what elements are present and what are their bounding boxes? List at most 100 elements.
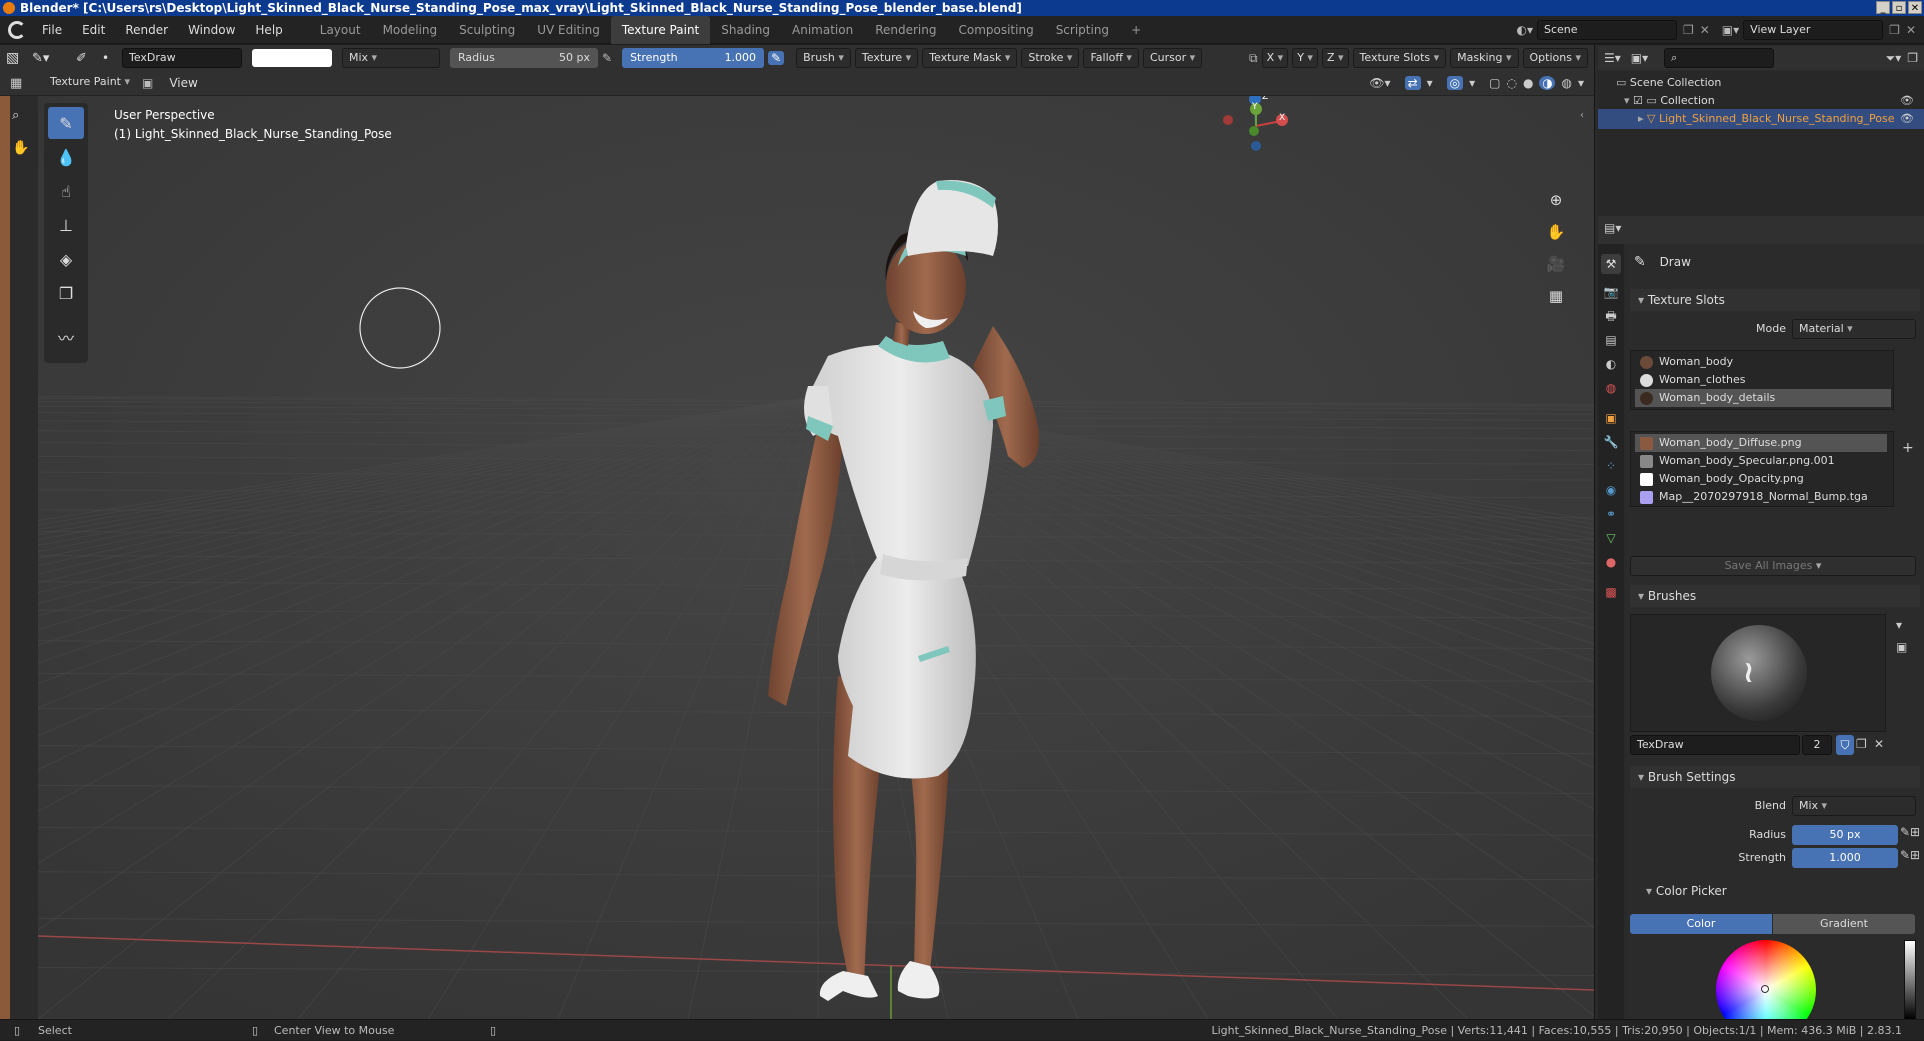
brush-image-icon[interactable]: ▣: [1896, 640, 1907, 654]
stroke-menu[interactable]: Stroke: [1021, 48, 1080, 68]
particles-tab-icon[interactable]: ⁘: [1601, 456, 1621, 476]
tab-animation[interactable]: Animation: [781, 16, 864, 44]
menu-edit[interactable]: Edit: [72, 16, 115, 44]
texture-menu[interactable]: Texture: [854, 48, 919, 68]
texture-slots-menu[interactable]: Texture Slots: [1352, 48, 1447, 68]
outliner-editor-icon[interactable]: ☰▾: [1604, 51, 1621, 65]
tab-uv-editing[interactable]: UV Editing: [526, 16, 611, 44]
outliner-search-input[interactable]: ⌕: [1664, 48, 1775, 68]
scene-name-field[interactable]: Scene: [1536, 19, 1677, 40]
blender-menu-icon[interactable]: [8, 20, 26, 39]
display-mode-icon[interactable]: ▣▾: [1631, 51, 1648, 65]
menu-render[interactable]: Render: [115, 16, 178, 44]
tab-layout[interactable]: Layout: [309, 16, 372, 44]
list-item[interactable]: Woman_body: [1635, 353, 1891, 371]
soften-tool-icon[interactable]: 💧: [48, 141, 84, 173]
expand-arrow-icon[interactable]: ▾: [1624, 94, 1630, 107]
shading-wireframe-icon[interactable]: ◌: [1507, 76, 1517, 90]
checkbox-icon[interactable]: ☑: [1633, 94, 1643, 107]
value-slider[interactable]: [1904, 940, 1916, 1020]
blend-mode-dropdown[interactable]: Mix: [342, 48, 440, 68]
filter-icon[interactable]: ⏷▾: [1886, 51, 1902, 66]
scene-icon[interactable]: ◐▾: [1516, 23, 1533, 37]
visibility-eye-icon[interactable]: 👁: [1900, 109, 1914, 129]
mask-toggle-icon[interactable]: ▣: [142, 76, 153, 90]
save-all-images-button[interactable]: Save All Images: [1630, 556, 1916, 576]
tab-texture-paint[interactable]: Texture Paint: [610, 15, 711, 44]
render-tab-icon[interactable]: 📷: [1601, 282, 1621, 302]
close-button[interactable]: ✕: [1908, 1, 1922, 14]
strength-pressure-icon[interactable]: ✎: [768, 51, 785, 65]
shading-options-icon[interactable]: ▾: [1578, 76, 1584, 90]
view-layer-icon[interactable]: ▣▾: [1722, 23, 1739, 37]
list-item[interactable]: Woman_body_Opacity.png: [1635, 470, 1891, 488]
outliner-row-scene-collection[interactable]: ▭ Scene Collection: [1598, 73, 1924, 93]
constraints-tab-icon[interactable]: ⚭: [1601, 504, 1621, 524]
brush-settings-section[interactable]: Brush Settings: [1630, 766, 1920, 788]
list-item[interactable]: Map__2070297918_Normal_Bump.tga: [1635, 488, 1891, 506]
tool-tab-icon[interactable]: ⚒: [1601, 254, 1621, 274]
new-view-layer-icon[interactable]: ❐: [1889, 23, 1900, 37]
pan-hand-icon[interactable]: ✋: [12, 140, 29, 156]
brushes-section[interactable]: Brushes: [1630, 585, 1920, 607]
world-tab-icon[interactable]: ◍: [1601, 378, 1621, 398]
clone-tool-icon[interactable]: ⊥: [48, 209, 84, 241]
annotate-tool-icon[interactable]: 〰: [48, 321, 84, 353]
mirror-z-toggle[interactable]: Z: [1321, 48, 1349, 68]
data-tab-icon[interactable]: ▽: [1601, 528, 1621, 548]
strength-slider[interactable]: Strength 1.000: [622, 48, 765, 68]
visibility-icon[interactable]: 👁▾: [1369, 76, 1390, 90]
list-item[interactable]: Woman_body_Diffuse.png: [1635, 434, 1887, 452]
scene-tab-icon[interactable]: ◐: [1601, 354, 1621, 374]
brush-users-count[interactable]: 2: [1802, 735, 1832, 755]
add-workspace-icon[interactable]: +: [1120, 16, 1152, 44]
options-menu[interactable]: Options: [1522, 48, 1588, 68]
mask-tool-icon[interactable]: ❐: [48, 277, 84, 309]
brush-name-field[interactable]: TexDraw: [122, 48, 242, 68]
masking-menu[interactable]: Masking: [1450, 48, 1519, 68]
add-slot-icon[interactable]: +: [1902, 440, 1914, 456]
brush-list-dropdown-icon[interactable]: ▾: [1896, 618, 1902, 632]
camera-view-icon[interactable]: 🎥: [1542, 250, 1570, 278]
tab-sculpting[interactable]: Sculpting: [448, 16, 526, 44]
zoom-region-icon[interactable]: ⌕: [12, 108, 19, 123]
brush-color-swatch[interactable]: [252, 49, 332, 67]
duplicate-brush-icon[interactable]: ❐: [1856, 737, 1867, 751]
outliner-row-collection[interactable]: ▾ ☑ ▭ Collection 👁: [1598, 91, 1924, 111]
radius-pressure-icon[interactable]: ✎: [602, 51, 612, 65]
falloff-menu[interactable]: Falloff: [1083, 48, 1139, 68]
unlink-brush-icon[interactable]: ✕: [1874, 737, 1884, 751]
list-item[interactable]: Woman_clothes: [1635, 371, 1891, 389]
material-tab-icon[interactable]: ●: [1601, 552, 1621, 572]
minimize-button[interactable]: _: [1876, 1, 1890, 14]
outliner-row-object[interactable]: ▸ ▽ Light_Skinned_Black_Nurse_Standing_P…: [1598, 109, 1924, 129]
list-item[interactable]: Woman_body_Specular.png.001: [1635, 452, 1891, 470]
mode-dropdown[interactable]: Texture Paint: [44, 73, 137, 93]
gradient-tab[interactable]: Gradient: [1773, 914, 1915, 934]
sidebar-toggle-icon[interactable]: ‹: [1580, 110, 1584, 121]
texture-mask-menu[interactable]: Texture Mask: [922, 48, 1018, 68]
list-item[interactable]: Woman_body_details: [1635, 389, 1891, 407]
smear-tool-icon[interactable]: ☝: [48, 175, 84, 207]
blend-dropdown[interactable]: Mix: [1792, 796, 1916, 816]
tab-shading[interactable]: Shading: [710, 16, 781, 44]
expand-arrow-icon[interactable]: ▸: [1638, 112, 1644, 125]
texture-slots-section[interactable]: Texture Slots: [1630, 289, 1920, 311]
overlay-dropdown-icon[interactable]: ▾: [1469, 76, 1475, 90]
shading-rendered-icon[interactable]: ◍: [1561, 76, 1571, 90]
brush-preview-icon[interactable]: ✐: [76, 51, 98, 66]
texture-tab-icon[interactable]: ▩: [1601, 582, 1621, 602]
radius-field[interactable]: 50 px: [1792, 825, 1898, 845]
shading-solid-icon[interactable]: ●: [1523, 76, 1533, 90]
color-wheel-cursor[interactable]: [1761, 985, 1769, 993]
brush-preview[interactable]: ≀: [1630, 614, 1886, 732]
properties-editor-icon[interactable]: ▤▾: [1604, 221, 1621, 235]
view-menu[interactable]: View: [159, 69, 207, 97]
strength-field[interactable]: 1.000: [1792, 848, 1898, 868]
xray-toggle-icon[interactable]: ▢: [1489, 76, 1500, 90]
texture-mode-dropdown[interactable]: Material: [1792, 319, 1916, 339]
menu-file[interactable]: File: [32, 16, 72, 44]
remove-view-layer-icon[interactable]: ✕: [1906, 23, 1916, 37]
remove-scene-icon[interactable]: ✕: [1700, 23, 1710, 37]
viewport-editor-icon[interactable]: ▦: [10, 76, 38, 91]
